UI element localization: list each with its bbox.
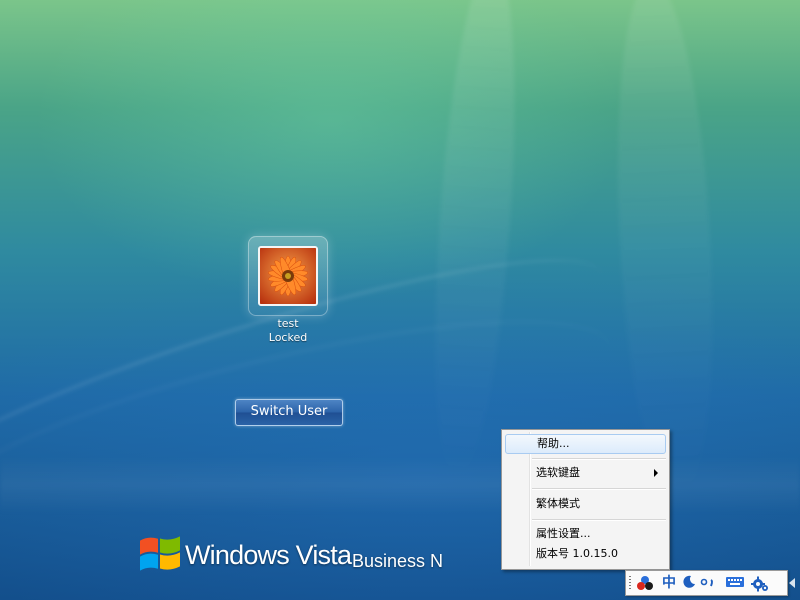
- ime-toolbar: 中: [625, 570, 788, 596]
- toolbar-grip-handle[interactable]: [629, 576, 631, 590]
- menu-item-help[interactable]: 帮助...: [505, 434, 666, 454]
- mode-chinese-icon[interactable]: 中: [659, 573, 679, 593]
- half-width-moon-icon[interactable]: [679, 573, 699, 593]
- ime-logo-icon[interactable]: [635, 573, 655, 593]
- menu-item-soft-keyboard[interactable]: 选软键盘: [505, 463, 666, 483]
- menu-separator: [532, 488, 666, 490]
- menu-item-label: 繁体模式: [536, 497, 580, 510]
- background-horizon-glow: [0, 455, 800, 515]
- user-status: Locked: [268, 331, 308, 344]
- ime-context-menu: 帮助... 选软键盘 繁体模式 属性设置... 版本号 1.0.15.0: [501, 429, 670, 570]
- login-screen: test Locked Switch User Windows Vista Bu…: [0, 0, 800, 600]
- menu-item-label: 帮助...: [537, 437, 570, 450]
- background-light-beam: [606, 0, 724, 502]
- menu-item-traditional-mode[interactable]: 繁体模式: [505, 494, 666, 514]
- flower-avatar-icon: [260, 248, 316, 304]
- menu-separator: [532, 519, 666, 521]
- collapse-arrow-icon[interactable]: [789, 578, 795, 588]
- user-tile[interactable]: [248, 236, 328, 316]
- menu-item-label: 属性设置...: [536, 527, 591, 540]
- settings-gear-icon[interactable]: [750, 573, 770, 593]
- submenu-arrow-icon: [654, 469, 658, 477]
- soft-keyboard-icon[interactable]: [724, 573, 746, 593]
- menu-item-properties[interactable]: 属性设置...: [505, 524, 666, 544]
- chinese-punctuation-icon[interactable]: [698, 573, 718, 593]
- windows-logo-icon: [140, 536, 180, 571]
- windows-vista-wordmark: Windows Vista: [185, 540, 352, 570]
- switch-user-button[interactable]: Switch User: [235, 399, 343, 426]
- menu-item-label: 版本号 1.0.15.0: [536, 547, 618, 560]
- user-avatar: [258, 246, 318, 306]
- user-name: test: [277, 317, 299, 330]
- menu-item-version[interactable]: 版本号 1.0.15.0: [505, 544, 666, 564]
- edition-label: Business N: [352, 551, 444, 571]
- menu-item-label: 选软键盘: [536, 466, 580, 479]
- menu-separator: [532, 458, 666, 460]
